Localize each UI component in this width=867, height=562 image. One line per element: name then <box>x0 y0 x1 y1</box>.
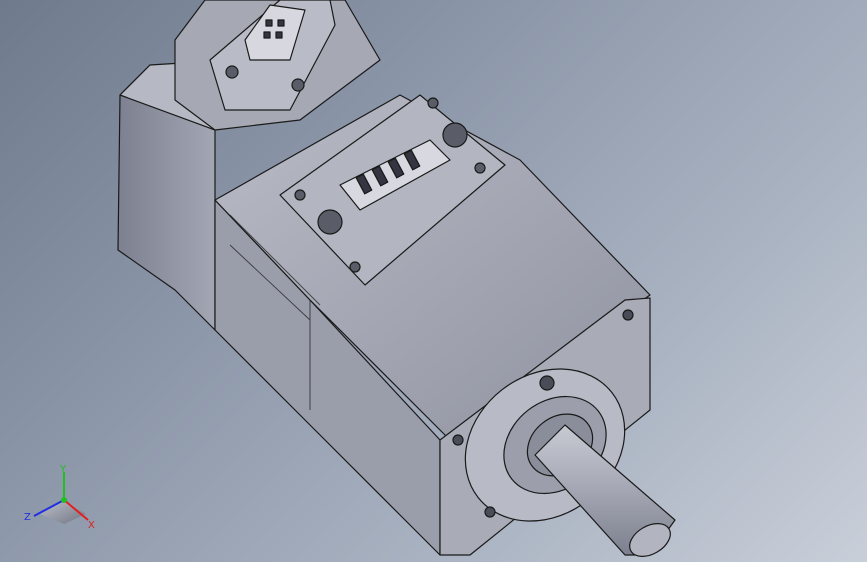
encoder-screw <box>291 78 305 92</box>
plate-screw <box>427 97 439 109</box>
mount-hole <box>484 506 496 518</box>
plate-hole <box>317 209 343 235</box>
encoder-pin <box>263 31 271 39</box>
mount-hole <box>452 434 464 446</box>
mount-hole <box>539 375 555 391</box>
x-axis-label: X <box>88 520 95 531</box>
mount-hole <box>622 309 634 321</box>
servo-motor-model[interactable] <box>0 0 867 562</box>
encoder-pin <box>275 31 283 39</box>
encoder-pin <box>265 19 273 27</box>
plate-screw <box>474 162 486 174</box>
orientation-triad: Y X Z <box>20 462 100 534</box>
z-axis-label: Z <box>24 512 31 523</box>
plate-screw <box>294 189 306 201</box>
encoder-screw <box>225 65 239 79</box>
y-axis-label: Y <box>59 464 67 475</box>
plate-hole <box>442 122 468 148</box>
graphics-viewport[interactable]: Y X Z <box>0 0 867 562</box>
triad-origin <box>61 497 67 503</box>
plate-screw <box>349 261 361 273</box>
encoder-pin <box>277 19 285 27</box>
